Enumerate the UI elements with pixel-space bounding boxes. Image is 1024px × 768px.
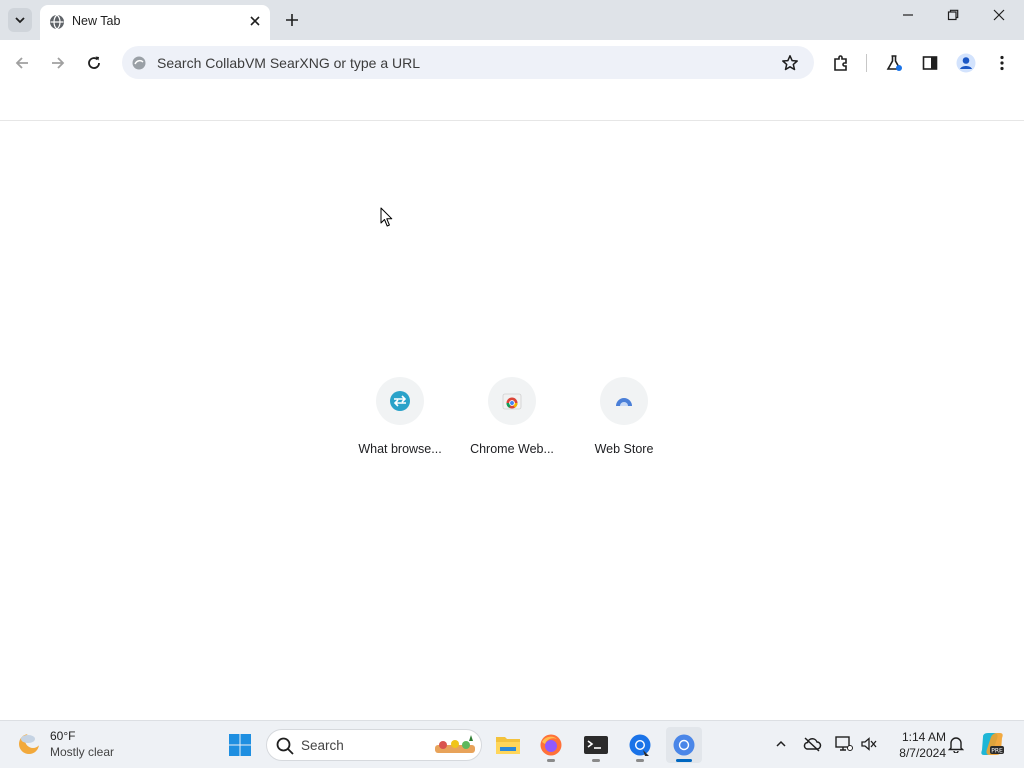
omnibox-placeholder[interactable]: Search CollabVM SearXNG or type a URL <box>157 55 420 71</box>
running-indicator <box>636 759 644 762</box>
tab-title: New Tab <box>72 14 121 28</box>
network-button[interactable] <box>833 733 855 755</box>
chrome-canary-icon <box>629 734 651 756</box>
globe-icon <box>50 14 64 30</box>
search-highlight-art-icon <box>435 735 475 753</box>
chrome-icon <box>673 734 695 756</box>
weather-temperature[interactable]: 60°F <box>50 729 75 743</box>
forward-button[interactable] <box>44 49 72 77</box>
restore-button[interactable] <box>930 0 976 30</box>
menu-button[interactable] <box>988 49 1016 77</box>
cloud-offline-icon <box>803 737 822 752</box>
minimize-icon <box>903 14 913 16</box>
shortcut-tile[interactable]: Web Store <box>568 372 680 464</box>
windows-start-icon <box>229 734 251 756</box>
site-favicon-icon <box>390 391 410 411</box>
bookmarks-divider <box>0 120 1024 121</box>
reload-button[interactable] <box>80 49 108 77</box>
chevron-up-icon <box>776 740 786 747</box>
network-icon <box>835 736 853 751</box>
menu-icon <box>1000 55 1004 71</box>
volume-button[interactable] <box>858 733 880 755</box>
terminal-icon <box>584 736 608 754</box>
taskbar-search-box[interactable]: Search <box>266 729 482 761</box>
chrome-canary-button[interactable] <box>622 727 658 763</box>
tab-strip: New Tab <box>0 0 1024 40</box>
tab-new-tab[interactable]: New Tab <box>40 5 270 40</box>
taskbar-search-label: Search <box>301 738 344 753</box>
back-button[interactable] <box>8 49 36 77</box>
weather-description[interactable]: Mostly clear <box>50 745 114 759</box>
shortcut-icon-circle <box>600 377 648 425</box>
chevron-down-icon <box>15 17 25 24</box>
clock-date[interactable]: 8/7/2024 <box>886 746 946 760</box>
copilot-icon: PRE <box>981 733 1004 755</box>
clock-time[interactable]: 1:14 AM <box>890 730 946 744</box>
search-engine-icon <box>130 54 148 72</box>
minimize-button[interactable] <box>885 0 931 30</box>
shortcut-label: What browse... <box>358 442 442 456</box>
active-indicator <box>676 759 692 762</box>
search-icon <box>276 737 294 755</box>
window-close-button[interactable] <box>976 0 1022 30</box>
moon-cloud-icon[interactable] <box>16 730 44 758</box>
forward-icon <box>52 57 65 69</box>
notifications-button[interactable] <box>945 733 967 755</box>
restore-icon <box>947 9 959 21</box>
onedrive-button[interactable] <box>801 733 823 755</box>
shortcut-tile[interactable]: What browse... <box>344 372 456 464</box>
close-icon <box>250 16 260 26</box>
back-icon <box>15 57 28 69</box>
tab-close-button[interactable] <box>246 12 264 30</box>
extensions-icon <box>834 55 847 71</box>
svg-text:PRE: PRE <box>991 748 1003 755</box>
shortcut-tile[interactable]: Chrome Web... <box>456 372 568 464</box>
file-explorer-icon <box>496 737 520 754</box>
bookmark-star-button[interactable] <box>780 53 800 73</box>
toolbar-separator <box>866 54 867 72</box>
tab-search-button[interactable] <box>8 8 32 32</box>
shortcut-label: Chrome Web... <box>470 442 554 456</box>
profile-button[interactable] <box>952 49 980 77</box>
chrome-button[interactable] <box>666 727 702 763</box>
terminal-button[interactable] <box>578 727 614 763</box>
plus-icon <box>286 14 298 26</box>
new-tab-button[interactable] <box>280 8 304 32</box>
taskbar: 60°F Mostly clear Search 1:14 AM 8/7/202… <box>0 720 1024 768</box>
shortcut-icon-circle <box>376 377 424 425</box>
firefox-button[interactable] <box>533 727 569 763</box>
labs-button[interactable] <box>880 49 908 77</box>
firefox-icon <box>540 734 562 756</box>
profile-icon <box>956 53 976 73</box>
chrome-web-store-icon <box>502 393 522 410</box>
side-panel-icon <box>922 56 938 70</box>
show-hidden-icons-button[interactable] <box>770 733 792 755</box>
mouse-cursor-icon <box>380 207 393 227</box>
web-store-icon <box>616 398 632 406</box>
star-icon <box>782 55 798 71</box>
copilot-button[interactable]: PRE <box>978 730 1006 758</box>
start-button[interactable] <box>222 727 258 763</box>
side-panel-button[interactable] <box>916 49 944 77</box>
reload-icon <box>88 56 100 69</box>
omnibox[interactable]: Search CollabVM SearXNG or type a URL <box>122 46 814 79</box>
file-explorer-button[interactable] <box>490 727 526 763</box>
close-icon <box>993 9 1005 21</box>
shortcut-icon-circle <box>488 377 536 425</box>
running-indicator <box>592 759 600 762</box>
volume-muted-icon <box>861 737 877 751</box>
extensions-button[interactable] <box>827 49 855 77</box>
shortcut-label: Web Store <box>594 442 654 456</box>
labs-icon <box>886 55 902 71</box>
running-indicator <box>547 759 555 762</box>
bell-icon <box>948 737 964 753</box>
toolbar: Search CollabVM SearXNG or type a URL <box>0 40 1024 86</box>
